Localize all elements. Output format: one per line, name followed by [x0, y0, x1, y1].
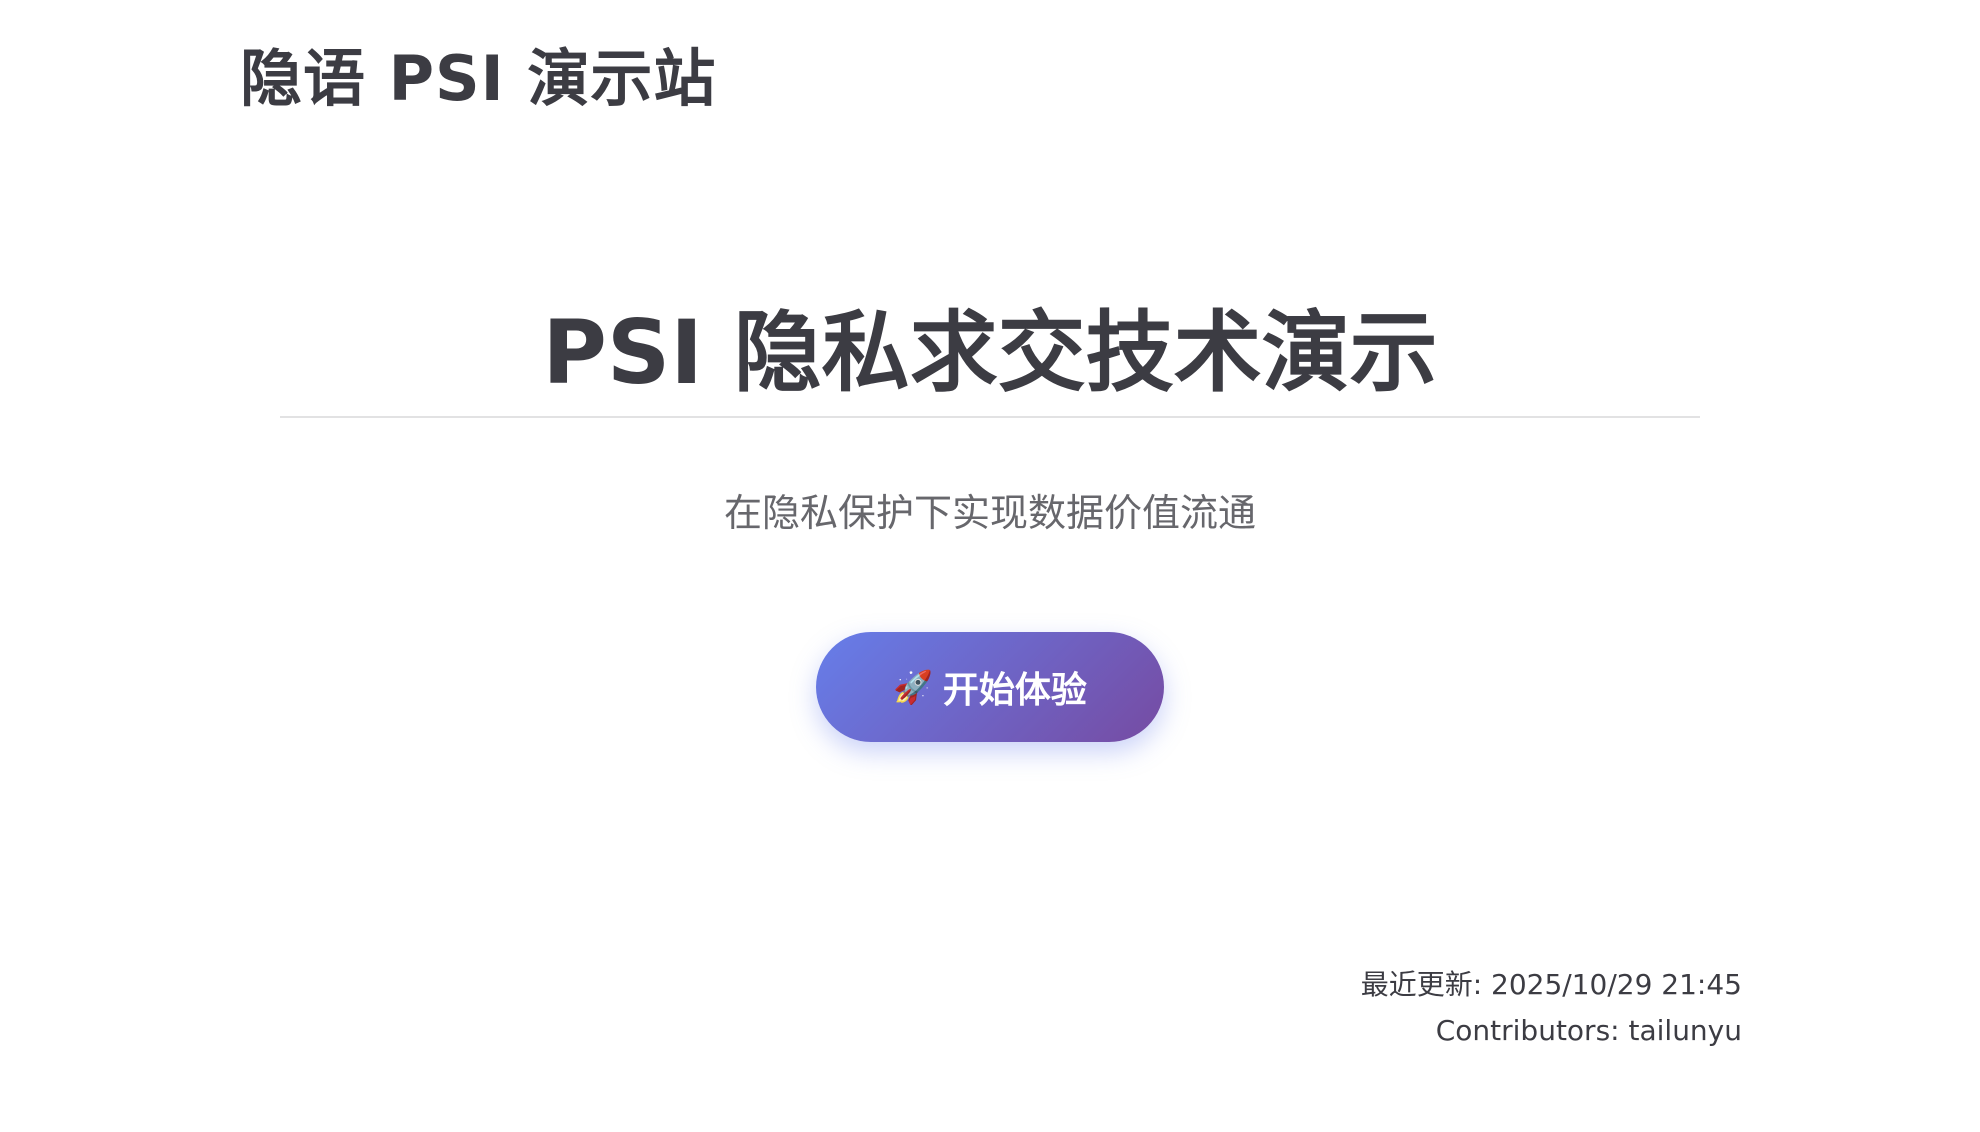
hero-tagline: 在隐私保护下实现数据价值流通 [723, 490, 1256, 535]
contributors: Contributors: tailunyu [1435, 1014, 1742, 1047]
start-experience-button[interactable]: 🚀 开始体验 [816, 632, 1164, 742]
page: 隐语 PSI 演示站 PSI 隐私求交技术演示 在隐私保护下实现数据价值流通 🚀… [0, 0, 1980, 1132]
hero-title: PSI 隐私求交技术演示 [280, 300, 1700, 418]
site-title-link[interactable]: 隐语 PSI 演示站 [240, 28, 716, 118]
rocket-icon: 🚀 [893, 669, 933, 705]
hero-section: PSI 隐私求交技术演示 在隐私保护下实现数据价值流通 [280, 300, 1700, 537]
start-experience-label: 开始体验 [942, 669, 1087, 710]
cta-container: 🚀 开始体验 [0, 632, 1980, 742]
last-updated: 最近更新: 2025/10/29 21:45 [1360, 968, 1742, 1001]
page-meta: 最近更新: 2025/10/29 21:45 Contributors: tai… [1361, 962, 1742, 1054]
